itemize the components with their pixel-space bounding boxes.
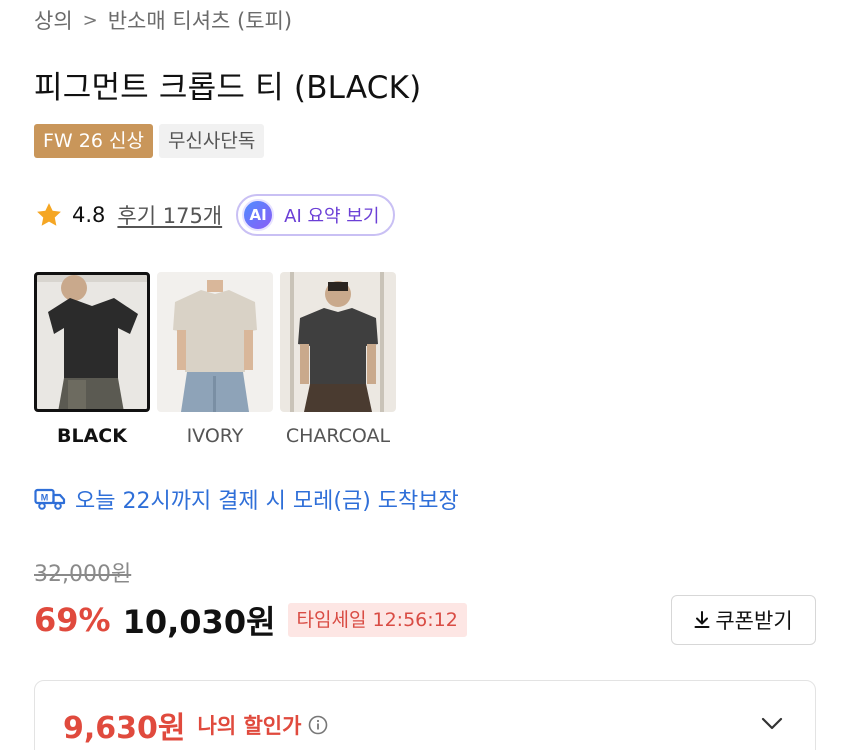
- breadcrumb-category[interactable]: 상의: [34, 5, 73, 35]
- product-thumbnail-charcoal: [280, 272, 396, 412]
- info-icon[interactable]: [308, 715, 328, 735]
- color-label-charcoal: CHARCOAL: [285, 425, 391, 447]
- my-price-row: 9,630원 나의 할인가: [63, 703, 328, 747]
- my-discount-price: 9,630원: [63, 711, 186, 746]
- download-icon: [694, 611, 710, 628]
- breadcrumb-subcategory[interactable]: 반소매 티셔츠 (토피): [108, 5, 292, 35]
- delivery-text: 오늘 22시까지 결제 시 모레(금) 도착보장: [75, 489, 459, 514]
- ai-summary-button[interactable]: AI AI 요약 보기: [236, 194, 396, 236]
- ai-summary-label: AI 요약 보기: [284, 206, 380, 227]
- coupon-button-label: 쿠폰받기: [715, 609, 793, 633]
- original-price: 32,000원: [34, 562, 132, 587]
- time-sale-badge: 타임세일 12:56:12: [287, 603, 467, 637]
- chevron-down-icon[interactable]: [761, 717, 783, 731]
- delivery-truck-icon: M: [34, 488, 66, 510]
- product-badges: FW 26 신상 무신사단독: [34, 124, 265, 158]
- sale-price: 10,030원: [122, 603, 276, 641]
- color-option-ivory[interactable]: IVORY: [157, 272, 273, 447]
- coupon-download-button[interactable]: 쿠폰받기: [671, 595, 816, 645]
- reviews-link[interactable]: 후기 175개: [117, 200, 222, 230]
- my-discount-price-panel[interactable]: 9,630원 나의 할인가: [34, 680, 816, 750]
- color-options: BLACK IVORY CHARCOAL: [34, 272, 396, 447]
- color-option-charcoal[interactable]: CHARCOAL: [280, 272, 396, 447]
- rating-score: 4.8: [72, 203, 106, 227]
- breadcrumb-separator: >: [82, 9, 98, 31]
- svg-text:M: M: [41, 493, 49, 503]
- star-icon: [37, 203, 61, 226]
- color-label-black: BLACK: [57, 425, 127, 447]
- ai-icon: AI: [242, 199, 275, 231]
- color-label-ivory: IVORY: [186, 425, 244, 447]
- exclusive-badge: 무신사단독: [158, 124, 265, 158]
- new-arrival-badge: FW 26 신상: [34, 124, 153, 158]
- product-thumbnail-ivory: [157, 272, 273, 412]
- product-thumbnail-black: [34, 272, 150, 412]
- rating-row: 4.8 후기 175개 AI AI 요약 보기: [34, 194, 396, 236]
- price-row: 69% 10,030원 타임세일 12:56:12: [34, 598, 467, 642]
- product-title: 피그먼트 크롭드 티 (BLACK): [34, 70, 422, 106]
- discount-rate: 69%: [34, 601, 111, 639]
- breadcrumb: 상의 > 반소매 티셔츠 (토피): [34, 4, 292, 36]
- color-option-black[interactable]: BLACK: [34, 272, 150, 447]
- delivery-guarantee[interactable]: M 오늘 22시까지 결제 시 모레(금) 도착보장: [34, 482, 459, 516]
- my-discount-label: 나의 할인가: [197, 714, 302, 738]
